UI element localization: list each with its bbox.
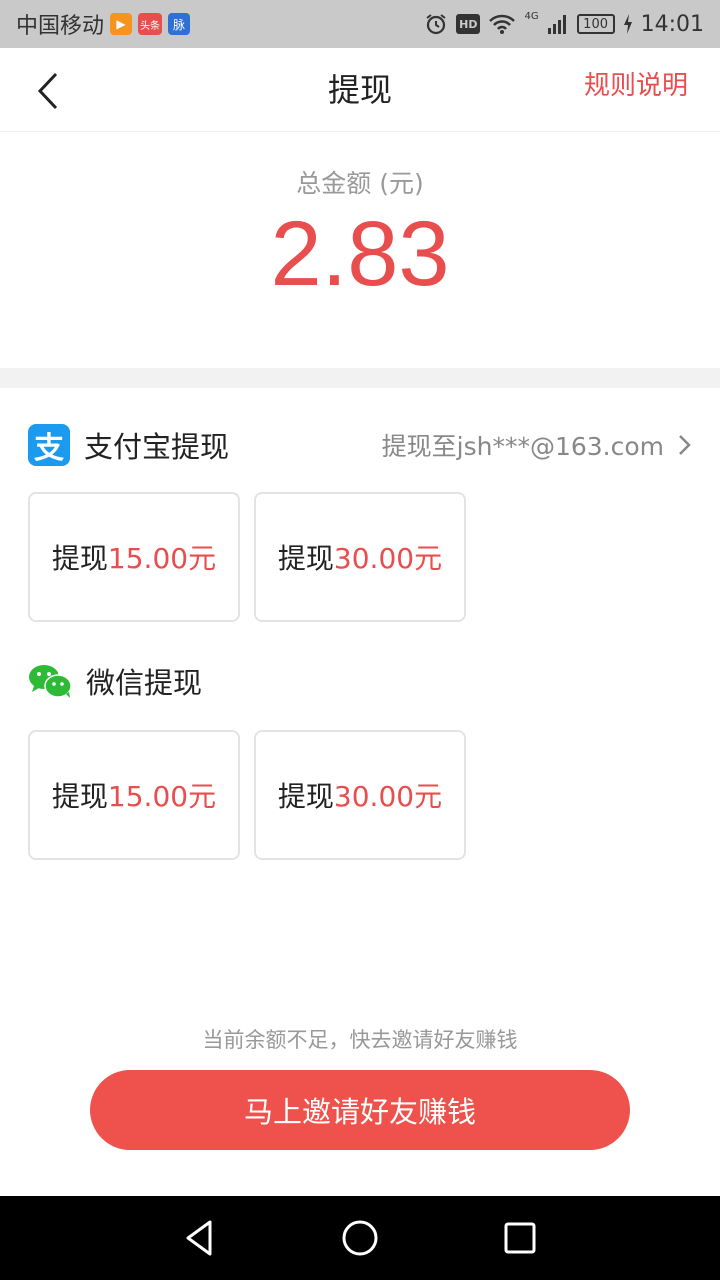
alipay-account-link[interactable]: 提现至jsh***@163.com [382, 427, 692, 463]
option-amount: 30.00元 [333, 780, 443, 813]
maimai-app-icon: 脉 [168, 13, 191, 35]
chevron-right-icon [679, 435, 691, 455]
option-prefix: 提现 [277, 780, 334, 813]
option-amount: 15.00元 [107, 780, 217, 813]
option-amount: 15.00元 [107, 542, 217, 575]
wechat-option-30[interactable]: 提现 30.00元 [254, 730, 466, 860]
alarm-icon [426, 14, 446, 35]
option-prefix: 提现 [51, 780, 108, 813]
nav-back-icon[interactable] [178, 1216, 222, 1260]
alipay-option-30[interactable]: 提现 30.00元 [254, 492, 466, 622]
balance-panel: 总金额 (元) 2.83 [0, 132, 720, 368]
option-prefix: 提现 [277, 542, 334, 575]
carrier-name: 中国移动 [16, 14, 105, 39]
rules-link[interactable]: 规则说明 [584, 48, 688, 124]
option-prefix: 提现 [51, 542, 108, 575]
toutiao-app-icon: 头条 [138, 13, 163, 35]
battery-indicator: 100 [576, 14, 615, 34]
wifi-icon [489, 14, 516, 34]
nav-recents-icon[interactable] [498, 1216, 542, 1260]
alipay-title: 支付宝提现 [84, 430, 230, 464]
balance-value: 2.83 [270, 203, 450, 305]
hd-badge: HD [456, 14, 481, 34]
system-nav-bar [0, 1196, 720, 1280]
video-app-icon: ▶ [110, 13, 133, 35]
clock: 14:01 [640, 11, 704, 37]
invite-friends-button[interactable]: 马上邀请好友赚钱 [90, 1070, 630, 1150]
alipay-icon: 支 [28, 424, 70, 466]
balance-label: 总金额 (元) [296, 169, 424, 198]
nav-home-icon[interactable] [338, 1216, 382, 1260]
status-bar: 中国移动 ▶ 头条 脉 HD 4G 100 14:01 [0, 0, 720, 48]
signal-icon [547, 15, 566, 34]
app-header: 提现 规则说明 [0, 48, 720, 132]
alipay-option-15[interactable]: 提现 15.00元 [28, 492, 240, 622]
wechat-icon [29, 665, 72, 698]
section-divider [0, 368, 720, 388]
network-type: 4G [524, 10, 539, 22]
alipay-account: 提现至jsh***@163.com [381, 432, 664, 461]
charging-icon [623, 14, 632, 34]
option-amount: 30.00元 [333, 542, 443, 575]
wechat-title: 微信提现 [86, 666, 203, 700]
alipay-section-header: 支 支付宝提现 提现至jsh***@163.com [28, 420, 692, 470]
insufficient-balance-hint: 当前余额不足，快去邀请好友赚钱 [202, 1028, 518, 1052]
wechat-option-15[interactable]: 提现 15.00元 [28, 730, 240, 860]
wechat-section-header: 微信提现 [28, 656, 692, 706]
